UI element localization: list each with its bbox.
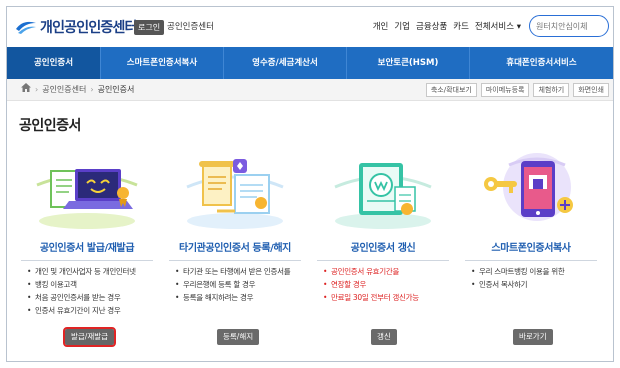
breadcrumb: › 공인인증센터 › 공인인증서 [21, 79, 134, 101]
logo[interactable]: 개인공인인증센터 [15, 17, 137, 37]
top-menu: 개인 기업 금융상품 카드 전체서비스 ▾ [373, 20, 521, 35]
main-nav: 공인인증서 스마트폰인증서복사 영수증/세금계산서 보안토큰(HSM) 휴대폰인… [7, 47, 613, 79]
my-menu-button[interactable]: 마이메뉴등록 [480, 83, 530, 97]
top-menu-personal[interactable]: 개인 [373, 20, 389, 35]
print-button[interactable]: 화면인쇄 [573, 83, 609, 97]
card-bullets: 타기관 또는 타행에서 받은 인증서를 우리은행에 등록 할 경우 등록을 해지… [175, 265, 303, 304]
card-title: 스마트폰인증서복사 [491, 243, 571, 254]
divider [317, 260, 449, 261]
list-item: 뱅킹 이용고객 [27, 278, 155, 291]
card-title: 공인인증서 갱신 [350, 243, 416, 254]
list-item: 만료일 30일 전부터 갱신가능 [323, 291, 451, 304]
card-register: 타기관공인인증서 등록/해지 타기관 또는 타행에서 받은 인증서를 우리은행에… [165, 147, 305, 357]
register-button[interactable]: 등록/해지 [217, 329, 260, 345]
list-item: 인증서 유효기간이 지난 경우 [27, 304, 155, 317]
smartphone-copy-icon [473, 147, 589, 231]
tab-smartphone-copy[interactable]: 스마트폰인증서복사 [101, 47, 224, 79]
card-bullets: 우리 스마트뱅킹 이용을 위한 인증서 복사하기 [471, 265, 599, 291]
list-item: 우리 스마트뱅킹 이용을 위한 [471, 265, 599, 278]
tab-certificate[interactable]: 공인인증서 [7, 47, 101, 79]
list-item: 연장할 경우 [323, 278, 451, 291]
list-item: 인증서 복사하기 [471, 278, 599, 291]
page-title: 공인인증서 [19, 118, 81, 134]
search-box [529, 15, 609, 37]
list-item: 처음 공인인증서를 받는 경우 [27, 291, 155, 304]
card-title: 타기관공인인증서 등록/해지 [179, 243, 291, 254]
top-menu-card[interactable]: 카드 [453, 20, 469, 35]
search-input[interactable] [536, 21, 602, 31]
certificate-laptop-icon [29, 147, 145, 231]
certificate-renew-icon [325, 147, 441, 231]
page-tools: 축소/확대보기 마이메뉴등록 체험하기 화면인쇄 [425, 83, 609, 97]
header: 개인공인인증센터 로그인 공인인증센터 개인 기업 금융상품 카드 전체서비스 … [7, 7, 613, 47]
card-bullets: 개인 및 개인사업자 등 개인인터넷 뱅킹 이용고객 처음 공인인증서를 받는 … [27, 265, 155, 317]
experience-button[interactable]: 체험하기 [533, 83, 570, 97]
card-issue: 공인인증서 발급/재발급 개인 및 개인사업자 등 개인인터넷 뱅킹 이용고객 … [17, 147, 157, 357]
breadcrumb-bar: › 공인인증센터 › 공인인증서 축소/확대보기 마이메뉴등록 체험하기 화면인… [7, 79, 613, 101]
issue-button[interactable]: 발급/재발급 [62, 327, 117, 347]
login-button[interactable]: 로그인 [134, 20, 165, 35]
logo-text: 개인공인인증센터 [40, 20, 137, 36]
breadcrumb-item[interactable]: 공인인증센터 [42, 79, 86, 101]
list-item: 우리은행에 등록 할 경우 [175, 278, 303, 291]
card-bullets: 공인인증서 유효기간을 연장할 경우 만료일 30일 전부터 갱신가능 [323, 265, 451, 304]
logo-mark-icon [15, 19, 37, 35]
top-menu-business[interactable]: 기업 [394, 20, 410, 35]
tab-security-token[interactable]: 보안토큰(HSM) [347, 47, 470, 79]
page-frame: 개인공인인증센터 로그인 공인인증센터 개인 기업 금융상품 카드 전체서비스 … [6, 6, 614, 362]
divider [169, 260, 301, 261]
card-smartphone-copy: 스마트폰인증서복사 우리 스마트뱅킹 이용을 위한 인증서 복사하기 바로가기 [461, 147, 601, 357]
card-renew: 공인인증서 갱신 공인인증서 유효기간을 연장할 경우 만료일 30일 전부터 … [313, 147, 453, 357]
top-menu-financial-products[interactable]: 금융상품 [416, 20, 447, 35]
breadcrumb-current: 공인인증서 [97, 85, 135, 94]
chevron-right-icon: › [90, 85, 94, 94]
list-item: 타기관 또는 타행에서 받은 인증서를 [175, 265, 303, 278]
home-icon[interactable] [21, 79, 31, 101]
go-button[interactable]: 바로가기 [513, 329, 553, 345]
certificate-transfer-icon [177, 147, 293, 231]
tab-mobile-certificate[interactable]: 휴대폰인증서서비스 [470, 47, 613, 79]
card-title: 공인인증서 발급/재발급 [39, 243, 135, 254]
divider [465, 260, 597, 261]
list-item: 공인인증서 유효기간을 [323, 265, 451, 278]
list-item: 등록을 해지하려는 경우 [175, 291, 303, 304]
renew-button[interactable]: 갱신 [371, 329, 397, 345]
tab-receipt-tax-invoice[interactable]: 영수증/세금계산서 [224, 47, 347, 79]
top-menu-all-services[interactable]: 전체서비스 ▾ [475, 20, 521, 35]
zoom-button[interactable]: 축소/확대보기 [425, 83, 477, 97]
chevron-right-icon: › [35, 85, 39, 94]
org-link[interactable]: 공인인증센터 [167, 20, 214, 35]
divider [21, 260, 153, 261]
list-item: 개인 및 개인사업자 등 개인인터넷 [27, 265, 155, 278]
